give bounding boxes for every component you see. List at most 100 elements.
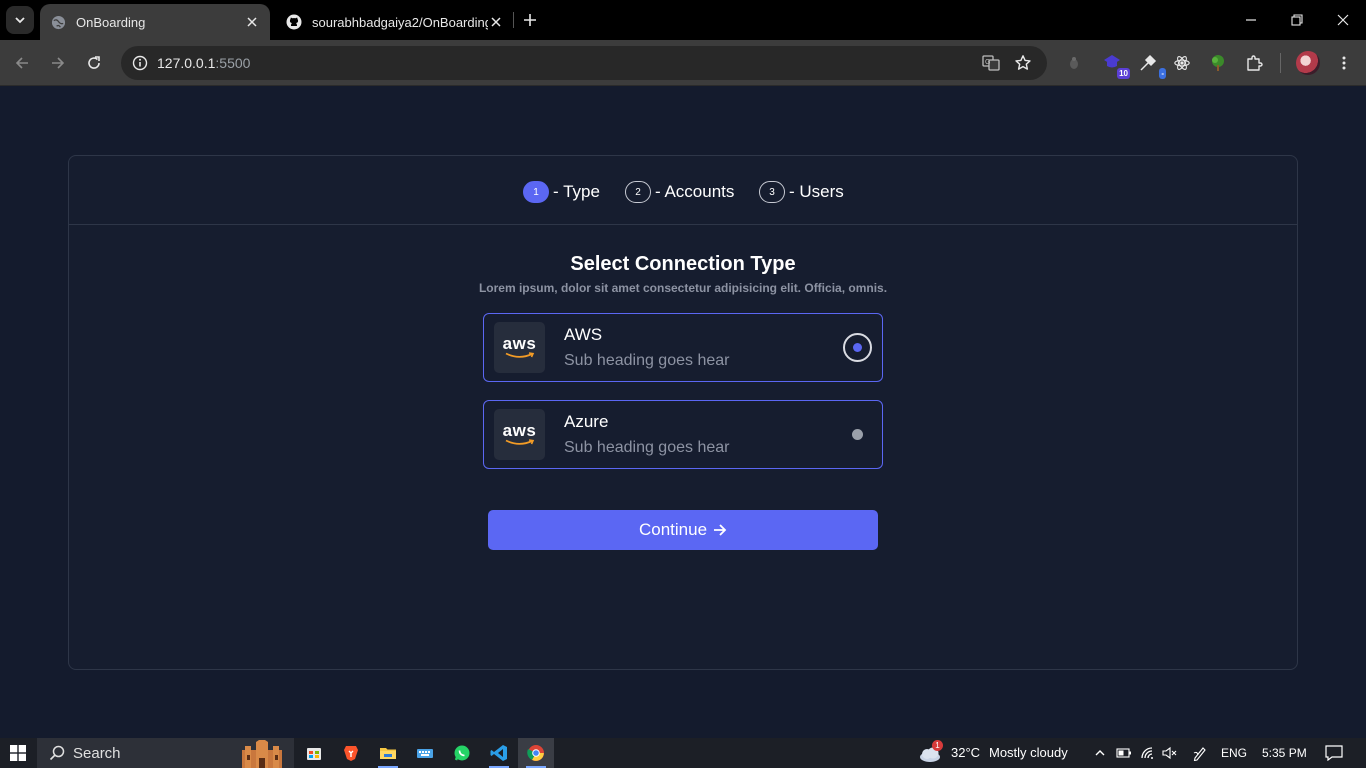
- taskbar-app-file-explorer[interactable]: [370, 738, 406, 768]
- radio-dot: [852, 429, 863, 440]
- close-icon[interactable]: [488, 14, 504, 30]
- translate-icon[interactable]: G: [981, 53, 1001, 73]
- step-label: - Accounts: [655, 182, 735, 201]
- github-icon: [286, 14, 302, 30]
- arrow-left-icon: [15, 57, 28, 69]
- taskbar-app-chrome[interactable]: [518, 738, 554, 768]
- chevron-down-icon: [15, 17, 25, 24]
- extension-icon[interactable]: -: [1136, 51, 1166, 79]
- aws-logo: aws: [494, 322, 545, 373]
- search-label: Search: [73, 744, 121, 762]
- tab-onboarding[interactable]: OnBoarding: [40, 4, 270, 40]
- taskbar-app-vscode[interactable]: [481, 738, 517, 768]
- page-title: Select Connection Type: [570, 253, 796, 275]
- step-label: - Type: [553, 182, 600, 201]
- taskbar-app-whatsapp[interactable]: [444, 738, 480, 768]
- weather-icon[interactable]: 1: [918, 740, 944, 763]
- globe-icon: [50, 14, 66, 30]
- radio-button[interactable]: [843, 333, 872, 362]
- tab-divider: [513, 12, 514, 28]
- continue-label: Continue: [638, 520, 708, 539]
- radio-button[interactable]: [843, 420, 872, 449]
- weather-condition[interactable]: Mostly cloudy: [989, 745, 1068, 760]
- restore-button[interactable]: [1282, 6, 1312, 34]
- tab-title: sourabhbadgaiya2/OnBoarding: [312, 14, 488, 30]
- extension-icon[interactable]: 10: [1100, 51, 1130, 79]
- start-button[interactable]: [0, 738, 36, 768]
- extension-icon[interactable]: [1062, 51, 1086, 75]
- weather-temperature[interactable]: 32°C: [951, 745, 980, 760]
- brave-icon: [344, 746, 358, 761]
- taskbar-app-brave[interactable]: [333, 738, 369, 768]
- url-host: 127.0.0.1: [157, 55, 216, 71]
- pen-icon[interactable]: [1192, 745, 1208, 761]
- weather-badge: 1: [932, 740, 943, 751]
- step-number: 2: [625, 181, 651, 203]
- vscode-icon: [490, 745, 507, 761]
- more-vertical-icon: [1342, 56, 1346, 70]
- volume-muted-icon[interactable]: [1162, 745, 1178, 761]
- wifi-icon[interactable]: [1140, 745, 1156, 761]
- tab-search-button[interactable]: [6, 6, 34, 34]
- bookmark-star-icon[interactable]: [1013, 53, 1033, 73]
- browser-tab-strip: OnBoarding sourabhbadgaiya2/OnBoarding: [0, 0, 1366, 40]
- taskbar-app-store[interactable]: [296, 738, 332, 768]
- option-title: AWS: [564, 325, 603, 344]
- notifications-icon[interactable]: [1325, 745, 1343, 761]
- step-label: - Users: [789, 182, 844, 201]
- back-button[interactable]: [8, 49, 36, 77]
- step-accounts[interactable]: 2 - Accounts: [625, 180, 734, 204]
- option-title: Azure: [564, 412, 609, 431]
- profile-avatar[interactable]: [1296, 51, 1320, 75]
- language-indicator[interactable]: ENG: [1221, 746, 1247, 760]
- tree-extension-icon[interactable]: [1206, 51, 1230, 75]
- tab-title: OnBoarding: [76, 14, 146, 30]
- taskbar-app-keyboard[interactable]: [407, 738, 443, 768]
- extension-badge: -: [1159, 68, 1166, 79]
- site-info-icon[interactable]: [123, 46, 157, 80]
- option-subtitle: Sub heading goes hear: [564, 439, 730, 456]
- restore-icon: [1291, 14, 1303, 26]
- keyboard-icon: [417, 749, 433, 758]
- minimize-button[interactable]: [1236, 6, 1266, 34]
- new-tab-button[interactable]: [518, 8, 542, 32]
- tab-github[interactable]: sourabhbadgaiya2/OnBoarding: [276, 4, 514, 40]
- whatsapp-icon: [454, 745, 470, 761]
- logo-text: aws: [502, 420, 537, 440]
- chrome-icon: [527, 745, 544, 761]
- folder-icon: [380, 748, 396, 759]
- logo-text: aws: [502, 333, 537, 353]
- browser-menu-button[interactable]: [1332, 51, 1356, 75]
- aws-smile-icon: [505, 438, 534, 445]
- close-window-button[interactable]: [1328, 6, 1358, 34]
- extension-badge: 10: [1117, 68, 1130, 79]
- puzzle-icon[interactable]: [1242, 51, 1266, 75]
- connection-option-azure[interactable]: aws Azure Sub heading goes hear: [483, 400, 883, 469]
- reload-button[interactable]: [80, 49, 108, 77]
- radio-dot: [853, 343, 862, 352]
- browser-toolbar: 127.0.0.1:5500 G 10 -: [0, 40, 1366, 86]
- react-devtools-icon[interactable]: [1170, 51, 1194, 75]
- close-icon[interactable]: [244, 14, 260, 30]
- toolbar-divider: [1280, 53, 1281, 73]
- step-number: 1: [523, 181, 549, 203]
- forward-button[interactable]: [44, 49, 72, 77]
- plus-icon: [524, 14, 536, 26]
- taskbar: Search 1 32°C Mostly cloudy ENG 5:35 PM: [0, 738, 1366, 768]
- battery-icon[interactable]: [1116, 745, 1132, 761]
- aws-smile-icon: [505, 351, 534, 358]
- step-number: 3: [759, 181, 785, 203]
- url-text: 127.0.0.1:5500: [157, 55, 250, 71]
- close-icon: [1337, 14, 1349, 26]
- step-type[interactable]: 1 - Type: [523, 180, 600, 204]
- continue-button[interactable]: Continue: [488, 510, 878, 550]
- arrow-right-icon: [52, 57, 65, 69]
- clock[interactable]: 5:35 PM: [1262, 746, 1307, 760]
- address-bar[interactable]: 127.0.0.1:5500 G: [121, 46, 1047, 80]
- step-users[interactable]: 3 - Users: [759, 180, 844, 204]
- url-port: :5500: [215, 55, 251, 71]
- chevron-up-icon[interactable]: [1092, 745, 1108, 761]
- connection-option-aws[interactable]: aws AWS Sub heading goes hear: [483, 313, 883, 382]
- taskbar-search[interactable]: Search: [37, 738, 294, 768]
- store-icon: [307, 748, 321, 760]
